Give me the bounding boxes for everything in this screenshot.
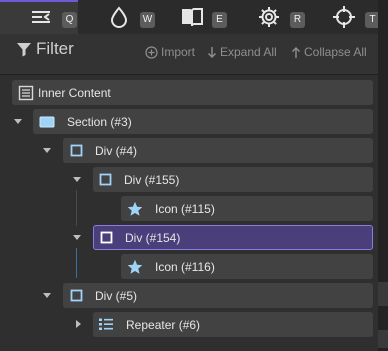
tree-row-label: Div (#154) bbox=[125, 230, 181, 245]
tab-settings[interactable]: R bbox=[228, 0, 306, 34]
adjacent-panel-block bbox=[378, 330, 388, 348]
adjacent-panel-block bbox=[378, 282, 388, 306]
collapse-all-button[interactable]: Collapse All bbox=[291, 45, 367, 59]
chevron-down-icon[interactable] bbox=[71, 173, 83, 185]
filter-header: Filter Import Expand All Collapse All bbox=[0, 34, 378, 74]
div-icon bbox=[70, 144, 83, 157]
drop-icon bbox=[110, 6, 128, 28]
star-icon bbox=[127, 259, 143, 274]
expand-all-label: Expand All bbox=[220, 45, 277, 59]
tree-row-label: Repeater (#6) bbox=[126, 317, 201, 332]
import-label: Import bbox=[161, 45, 196, 59]
div-icon bbox=[100, 231, 113, 244]
tree-row-div-5[interactable]: Div (#5) bbox=[63, 283, 373, 308]
repeater-icon bbox=[99, 318, 113, 330]
tab-bar: Q W E R T bbox=[0, 0, 381, 34]
tab-navigator[interactable]: Q bbox=[0, 0, 78, 34]
filter-label: Filter bbox=[36, 39, 74, 58]
header-divider bbox=[0, 74, 378, 75]
chevron-down-icon[interactable] bbox=[41, 289, 53, 301]
shortcut-key-q: Q bbox=[62, 12, 77, 28]
section-icon bbox=[39, 116, 55, 127]
adjacent-panel-edge bbox=[378, 0, 388, 351]
navigator-icon bbox=[32, 11, 50, 23]
tab-interactions[interactable]: T bbox=[303, 0, 381, 34]
tab-style[interactable]: W bbox=[78, 0, 156, 34]
arrow-down-icon bbox=[208, 46, 216, 58]
tree-row-section[interactable]: Section (#3) bbox=[33, 109, 373, 134]
add-circle-icon bbox=[145, 45, 158, 59]
tree-row-inner-content[interactable]: Inner Content bbox=[12, 80, 373, 105]
shortcut-key-e: E bbox=[212, 12, 227, 28]
tree-row-repeater-6[interactable]: Repeater (#6) bbox=[93, 312, 373, 337]
star-icon bbox=[127, 201, 143, 216]
chevron-right-icon[interactable] bbox=[72, 318, 84, 330]
gear-icon bbox=[259, 7, 279, 27]
chevron-down-icon[interactable] bbox=[41, 144, 53, 156]
navigator-panel: Q W E R T Filter Import Expand All Colla… bbox=[0, 0, 381, 351]
funnel-icon bbox=[17, 43, 31, 57]
tree-row-label: Div (#5) bbox=[95, 288, 138, 303]
page-icon bbox=[18, 85, 34, 100]
tree-row-label: Icon (#115) bbox=[155, 201, 215, 216]
collapse-all-label: Collapse All bbox=[304, 45, 367, 59]
import-button[interactable]: Import bbox=[145, 45, 195, 59]
div-icon bbox=[70, 289, 83, 302]
tree-row-label: Inner Content bbox=[38, 85, 111, 100]
tree-row-div-155[interactable]: Div (#155) bbox=[93, 167, 373, 192]
tree-guide-line-selected bbox=[76, 248, 77, 278]
expand-all-button[interactable]: Expand All bbox=[207, 45, 277, 59]
tree-row-label: Section (#3) bbox=[67, 114, 132, 129]
tree-row-label: Icon (#116) bbox=[155, 259, 215, 274]
tab-library[interactable]: E bbox=[150, 0, 228, 34]
crosshair-icon bbox=[333, 6, 355, 28]
tree-row-icon-115[interactable]: Icon (#115) bbox=[121, 196, 373, 221]
chevron-down-icon[interactable] bbox=[71, 231, 83, 243]
tree-row-label: Div (#155) bbox=[124, 172, 180, 187]
tree-row-div-154[interactable]: Div (#154) bbox=[93, 225, 373, 250]
chevron-down-icon[interactable] bbox=[12, 115, 24, 127]
tree-row-div-4[interactable]: Div (#4) bbox=[63, 138, 373, 163]
tree-guide-line bbox=[76, 190, 77, 226]
tree-row-icon-116[interactable]: Icon (#116) bbox=[121, 254, 373, 279]
div-icon bbox=[99, 173, 112, 186]
book-icon bbox=[182, 8, 203, 27]
arrow-up-icon bbox=[292, 46, 300, 58]
tree-row-label: Div (#4) bbox=[95, 143, 138, 158]
filter-button[interactable]: Filter bbox=[16, 39, 74, 59]
